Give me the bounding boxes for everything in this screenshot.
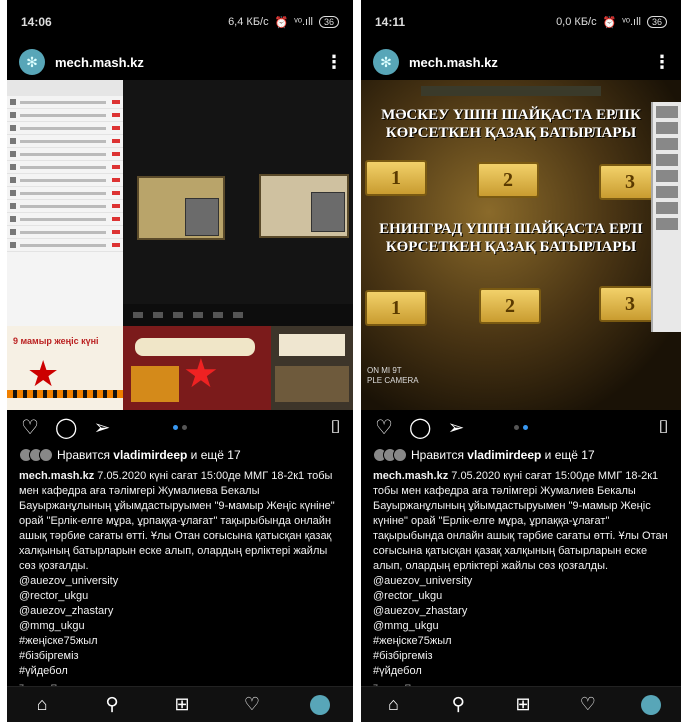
quiz-tile: 2 [479, 288, 541, 324]
like-heart-icon[interactable]: ♡ [19, 415, 41, 440]
tag-link[interactable]: @auezov_zhastary [19, 604, 341, 619]
hashtag-link[interactable]: #жеңіске75жыл [19, 634, 341, 649]
like-heart-icon[interactable]: ♡ [373, 415, 395, 440]
poster-title: 9 мамыр жеңіс күні [13, 336, 99, 346]
caption-username[interactable]: mech.mash.kz [373, 470, 448, 482]
status-bar: 14:11 0,0 КБ/с ⏰ ᵛᵒ.ıll 36 [361, 0, 681, 44]
avatar[interactable]: ✻ [373, 49, 399, 75]
alarm-icon: ⏰ [274, 16, 289, 29]
tag-link[interactable]: @auezov_university [373, 574, 669, 589]
home-icon[interactable]: ⌂ [30, 694, 54, 715]
star-icon: ★ [183, 352, 219, 396]
battery-icon: 36 [318, 16, 339, 28]
carousel-indicator [514, 424, 528, 430]
post-actions: ♡ ◯ ➢ ⌷ [361, 410, 681, 444]
bookmark-icon[interactable]: ⌷ [330, 417, 341, 438]
zoom-toolbar [123, 304, 353, 326]
caption-tags: @auezov_university @rector_ukgu @auezov_… [7, 574, 353, 679]
post-username[interactable]: mech.mash.kz [409, 55, 653, 70]
tag-link[interactable]: @auezov_university [19, 574, 341, 589]
post-media[interactable]: МӘСКЕУ ҮШІН ШАЙҚАСТА ЕРЛІК КӨРСЕТКЕН ҚАЗ… [361, 80, 681, 410]
avatar[interactable]: ✻ [19, 49, 45, 75]
profile-avatar-icon[interactable] [310, 694, 330, 715]
bottom-nav: ⌂ ⚲ ⊞ ♡ [7, 686, 353, 722]
memorial-poster [271, 326, 353, 410]
caption-text: 7.05.2020 күні сағат 15:00де ММГ 18-2к1 … [373, 470, 668, 572]
quiz-tile: 1 [365, 290, 427, 326]
status-bar: 14:06 6,4 КБ/с ⏰ ᵛᵒ.ıll 36 [7, 0, 353, 44]
phone-screen-left: 14:06 6,4 КБ/с ⏰ ᵛᵒ.ıll 36 ✻ mech.mash.k… [7, 0, 353, 722]
phone-screen-right: 14:11 0,0 КБ/с ⏰ ᵛᵒ.ıll 36 ✻ mech.mash.k… [361, 0, 681, 722]
tag-link[interactable]: @rector_ukgu [19, 589, 341, 604]
carousel-indicator [173, 424, 187, 430]
star-icon: ★ [27, 353, 60, 394]
tag-link[interactable]: @rector_ukgu [373, 589, 669, 604]
profile-avatar-icon[interactable] [640, 694, 661, 715]
activity-heart-icon[interactable]: ♡ [240, 694, 264, 715]
post-caption: mech.mash.kz 7.05.2020 күні сағат 15:00д… [7, 466, 353, 574]
slide-thumbnail [137, 176, 225, 240]
quiz-tile: 1 [365, 160, 427, 196]
alarm-icon: ⏰ [602, 16, 617, 29]
add-post-icon[interactable]: ⊞ [511, 694, 535, 715]
status-time: 14:11 [375, 15, 406, 29]
event-poster: ★ [123, 326, 271, 410]
hashtag-link[interactable]: #бізбіргеміз [373, 649, 669, 664]
zoom-screenshot [7, 80, 353, 326]
post-header: ✻ mech.mash.kz ⋮ [7, 44, 353, 80]
hashtag-link[interactable]: #бізбіргеміз [19, 649, 341, 664]
post-media[interactable]: 9 мамыр жеңіс күні ★ ★ [7, 80, 353, 410]
comment-icon[interactable]: ◯ [409, 415, 431, 440]
participants-panel [7, 80, 123, 326]
status-time: 14:06 [21, 15, 52, 29]
caption-tags: @auezov_university @rector_ukgu @auezov_… [361, 574, 681, 679]
poster-strip: 9 мамыр жеңіс күні ★ ★ [7, 326, 353, 410]
network-speed: 0,0 КБ/с [556, 16, 597, 28]
victory-day-poster: 9 мамыр жеңіс күні ★ [7, 326, 123, 410]
caption-username[interactable]: mech.mash.kz [19, 470, 94, 482]
slide-thumbnail [259, 174, 349, 238]
home-icon[interactable]: ⌂ [381, 694, 405, 715]
search-icon[interactable]: ⚲ [100, 694, 124, 715]
bookmark-icon[interactable]: ⌷ [658, 417, 669, 438]
zoom-participants-window [651, 102, 681, 332]
caption-text: 7.05.2020 күні сағат 15:00де ММГ 18-2к1 … [19, 470, 335, 572]
slide-heading: ЕНИНГРАД ҮШІН ШАЙҚАСТА ЕРЛІ КӨРСЕТКЕН ҚА… [379, 221, 643, 255]
search-icon[interactable]: ⚲ [446, 694, 470, 715]
post-header: ✻ mech.mash.kz ⋮ [361, 44, 681, 80]
hashtag-link[interactable]: #үйдебол [373, 664, 669, 679]
liker-avatars [373, 448, 407, 462]
comment-icon[interactable]: ◯ [55, 415, 77, 440]
tag-link[interactable]: @mmg_ukgu [373, 619, 669, 634]
battery-icon: 36 [646, 16, 667, 28]
share-paper-plane-icon[interactable]: ➢ [91, 415, 113, 440]
hashtag-link[interactable]: #жеңіске75жыл [373, 634, 669, 649]
slide-heading: МӘСКЕУ ҮШІН ШАЙҚАСТА ЕРЛІК КӨРСЕТКЕН ҚАЗ… [381, 107, 641, 141]
liker-avatars [19, 448, 53, 462]
more-options-icon[interactable]: ⋮ [325, 52, 343, 73]
tag-link[interactable]: @mmg_ukgu [19, 619, 341, 634]
tag-link[interactable]: @auezov_zhastary [373, 604, 669, 619]
post-username[interactable]: mech.mash.kz [55, 55, 325, 70]
st-george-ribbon [7, 390, 123, 398]
more-options-icon[interactable]: ⋮ [653, 52, 671, 73]
quiz-tile: 2 [477, 162, 539, 198]
post-actions: ♡ ◯ ➢ ⌷ [7, 410, 353, 444]
activity-heart-icon[interactable]: ♡ [576, 694, 600, 715]
likes-line[interactable]: Нравится vladimirdeep и ещё 17 [361, 444, 681, 466]
signal-icon: ᵛᵒ.ıll [622, 16, 641, 28]
post-caption: mech.mash.kz 7.05.2020 күні сағат 15:00д… [361, 466, 681, 574]
likes-line[interactable]: Нравится vladimirdeep и ещё 17 [7, 444, 353, 466]
hashtag-link[interactable]: #үйдебол [19, 664, 341, 679]
add-post-icon[interactable]: ⊞ [170, 694, 194, 715]
network-speed: 6,4 КБ/с [228, 16, 269, 28]
share-paper-plane-icon[interactable]: ➢ [445, 415, 467, 440]
shared-screen [123, 80, 353, 326]
bottom-nav: ⌂ ⚲ ⊞ ♡ [361, 686, 681, 722]
camera-watermark: ON MI 9T PLE CAMERA [367, 366, 419, 385]
signal-icon: ᵛᵒ.ıll [294, 16, 313, 28]
